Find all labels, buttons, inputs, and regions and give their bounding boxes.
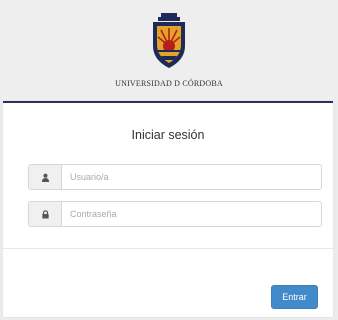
divider [3, 248, 333, 249]
page-header: UNIVERSIDAD D CÓRDOBA [0, 0, 338, 100]
user-icon [29, 165, 62, 189]
username-input-group [28, 164, 322, 190]
university-logo [153, 13, 185, 68]
password-input-group [28, 201, 322, 227]
submit-button[interactable]: Entrar [271, 285, 318, 309]
password-input[interactable] [62, 202, 321, 226]
username-input[interactable] [62, 165, 321, 189]
lock-icon [29, 202, 62, 226]
university-name: UNIVERSIDAD D CÓRDOBA [115, 79, 223, 88]
login-panel: Iniciar sesión Entrar [3, 101, 333, 317]
login-title: Iniciar sesión [131, 128, 205, 142]
